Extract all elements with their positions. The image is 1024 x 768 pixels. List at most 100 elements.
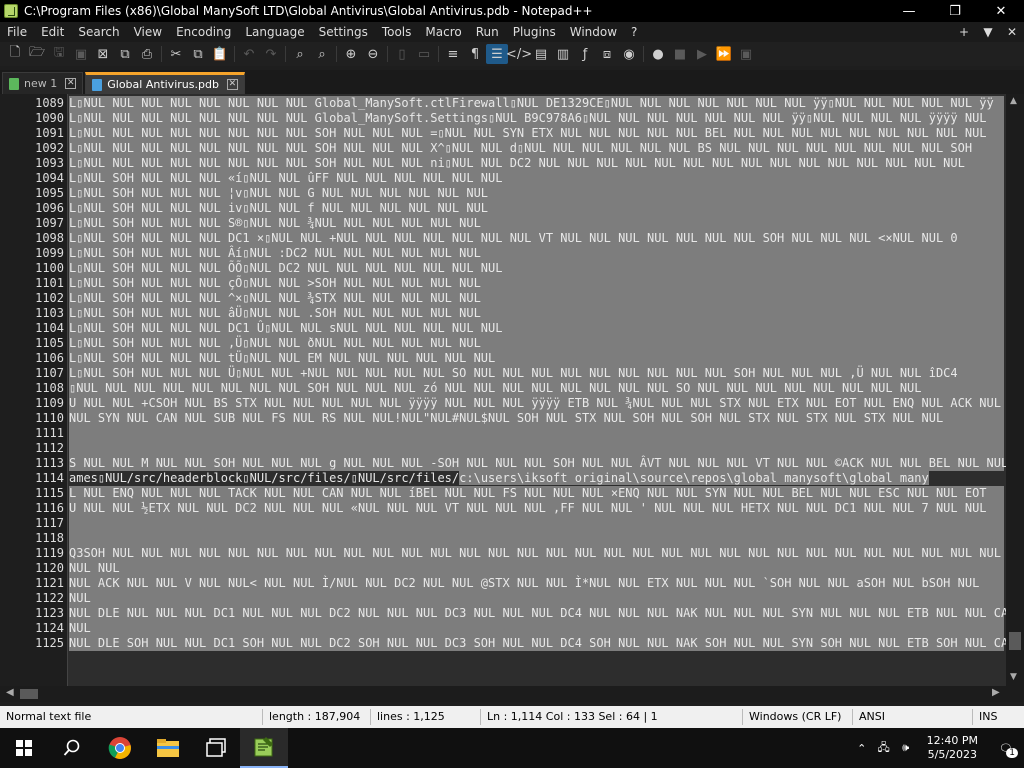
text-line[interactable]: NUL [69, 591, 1004, 606]
start-button[interactable] [0, 728, 48, 768]
current-line[interactable]: ames▯NUL/src/headerblock▯NUL/src/files/▯… [69, 471, 1004, 486]
taskbar-file-explorer[interactable] [144, 728, 192, 768]
line-number[interactable]: 1092 [0, 141, 64, 156]
line-number[interactable]: 1108 [0, 381, 64, 396]
text-line[interactable]: L▯NUL SOH NUL NUL NUL ^×▯NUL NUL ¾STX NU… [69, 291, 1004, 306]
line-number[interactable]: 1104 [0, 321, 64, 336]
vertical-scroll-thumb[interactable] [1009, 632, 1021, 650]
play-macro-icon[interactable]: ▶ [691, 44, 713, 64]
line-number[interactable]: 1101 [0, 276, 64, 291]
text-line[interactable]: L▯NUL NUL NUL NUL NUL NUL NUL NUL SOH NU… [69, 156, 1004, 171]
line-number[interactable]: 1112 [0, 441, 64, 456]
text-line[interactable] [69, 516, 1004, 531]
horizontal-scroll-thumb[interactable] [20, 689, 38, 699]
line-number[interactable]: 1097 [0, 216, 64, 231]
close-file-icon[interactable]: ⊠ [92, 44, 114, 64]
text-line[interactable]: U NUL NUL +CSOH NUL BS STX NUL NUL NUL N… [69, 396, 1004, 411]
function-list-icon[interactable]: ƒ [574, 44, 596, 64]
line-number[interactable]: 1117 [0, 516, 64, 531]
close-button[interactable]: ✕ [978, 0, 1024, 22]
menu-file[interactable]: File [0, 25, 34, 39]
text-line[interactable]: L▯NUL SOH NUL NUL NUL DC1 Û▯NUL NUL sNUL… [69, 321, 1004, 336]
line-number[interactable]: 1095 [0, 186, 64, 201]
line-number[interactable]: 1089 [0, 96, 64, 111]
menu-search[interactable]: Search [71, 25, 126, 39]
line-number[interactable]: 1107 [0, 366, 64, 381]
xml-tag-icon[interactable]: </> [506, 44, 532, 64]
line-number[interactable]: 1094 [0, 171, 64, 186]
tab-new-1[interactable]: new 1 ✕ [2, 72, 84, 94]
text-area[interactable]: L▯NUL NUL NUL NUL NUL NUL NUL NUL Global… [69, 94, 1006, 686]
clock[interactable]: 12:40 PM 5/5/2023 [917, 734, 988, 762]
line-number[interactable]: 1123 [0, 606, 64, 621]
find-icon[interactable]: ⌕ [289, 44, 311, 64]
new-tab-button[interactable]: + [952, 25, 976, 39]
taskbar-notepad-plus-plus[interactable] [240, 728, 288, 768]
cut-icon[interactable]: ✂ [165, 44, 187, 64]
text-line[interactable]: NUL SYN NUL CAN NUL SUB NUL FS NUL RS NU… [69, 411, 1004, 426]
scroll-right-icon[interactable]: ▶ [992, 687, 1000, 698]
line-number[interactable]: 1098 [0, 231, 64, 246]
text-line[interactable]: L▯NUL SOH NUL NUL NUL «í▯NUL NUL ûFF NUL… [69, 171, 1004, 186]
text-line[interactable]: Q3SOH NUL NUL NUL NUL NUL NUL NUL NUL NU… [69, 546, 1004, 561]
line-number[interactable]: 1119 [0, 546, 64, 561]
tab-close-icon[interactable]: ✕ [226, 79, 238, 90]
horizontal-scrollbar[interactable]: ◀ ▶ [0, 686, 1024, 702]
line-number[interactable]: 1105 [0, 336, 64, 351]
line-number[interactable]: 1093 [0, 156, 64, 171]
text-line[interactable]: L▯NUL SOH NUL NUL NUL Âí▯NUL :DC2 NUL NU… [69, 246, 1004, 261]
text-line[interactable]: NUL ACK NUL NUL V NUL NUL< NUL NUL Ì/NUL… [69, 576, 1004, 591]
text-line[interactable]: NUL [69, 621, 1004, 636]
save-macro-icon[interactable]: ▣ [735, 44, 757, 64]
menu-encoding[interactable]: Encoding [169, 25, 238, 39]
record-macro-icon[interactable]: ● [647, 44, 669, 64]
text-line[interactable]: L NUL ENQ NUL NUL NUL TACK NUL NUL CAN N… [69, 486, 1004, 501]
run-macro-multiple-icon[interactable]: ⏩ [713, 44, 735, 64]
text-line[interactable]: NUL NUL [69, 561, 1004, 576]
text-line[interactable]: NUL DLE NUL NUL NUL DC1 NUL NUL NUL DC2 … [69, 606, 1006, 621]
paste-icon[interactable]: 📋 [209, 44, 231, 64]
tab-list-button[interactable]: ▼ [976, 25, 1000, 39]
text-line[interactable]: S NUL NUL M NUL NUL SOH NUL NUL NUL g NU… [69, 456, 1006, 471]
taskbar-task-view[interactable] [192, 728, 240, 768]
text-line[interactable]: L▯NUL SOH NUL NUL NUL iv▯NUL NUL f NUL N… [69, 201, 1004, 216]
menu-plugins[interactable]: Plugins [506, 25, 563, 39]
undo-icon[interactable]: ↶ [238, 44, 260, 64]
text-line[interactable] [69, 531, 1004, 546]
new-file-icon[interactable]: 🗋 [4, 44, 26, 64]
scroll-down-icon[interactable]: ▼ [1010, 672, 1017, 682]
line-number[interactable]: 1103 [0, 306, 64, 321]
search-button[interactable] [48, 728, 96, 768]
text-line[interactable]: L▯NUL SOH NUL NUL NUL DC1 ×▯NUL NUL +NUL… [69, 231, 1004, 246]
show-all-characters-icon[interactable]: ¶ [464, 44, 486, 64]
line-number[interactable]: 1125 [0, 636, 64, 651]
text-line[interactable]: L▯NUL SOH NUL NUL NUL Ü▯NUL NUL +NUL NUL… [69, 366, 1004, 381]
menu-window[interactable]: Window [563, 25, 624, 39]
line-number[interactable]: 1102 [0, 291, 64, 306]
folder-as-workspace-icon[interactable]: ⧈ [596, 44, 618, 64]
menu-language[interactable]: Language [238, 25, 311, 39]
close-all-icon[interactable]: ⧉ [114, 44, 136, 64]
menu-settings[interactable]: Settings [312, 25, 375, 39]
zoom-out-icon[interactable]: ⊖ [362, 44, 384, 64]
zoom-in-icon[interactable]: ⊕ [340, 44, 362, 64]
scroll-left-icon[interactable]: ◀ [6, 687, 14, 698]
volume-icon[interactable]: 🕪 [895, 741, 917, 755]
text-line[interactable]: L▯NUL NUL NUL NUL NUL NUL NUL NUL Global… [69, 96, 1004, 111]
document-map-icon[interactable]: ▤ [530, 44, 552, 64]
status-encoding[interactable]: ANSI [852, 709, 972, 725]
chevron-up-icon[interactable]: ⌃ [851, 742, 873, 755]
line-number[interactable]: 1090 [0, 111, 64, 126]
text-line[interactable]: ▯NUL NUL NUL NUL NUL NUL NUL NUL SOH NUL… [69, 381, 1004, 396]
line-number[interactable]: 1106 [0, 351, 64, 366]
vertical-scrollbar[interactable]: ▲ ▼ [1006, 94, 1024, 686]
text-line[interactable]: L▯NUL SOH NUL NUL NUL S®▯NUL NUL ¾NUL NU… [69, 216, 1004, 231]
document-list-icon[interactable]: ▥ [552, 44, 574, 64]
text-line[interactable]: L▯NUL SOH NUL NUL NUL ,Ü▯NUL NUL ðNUL NU… [69, 336, 1004, 351]
word-wrap-icon[interactable]: ≡ [442, 44, 464, 64]
line-number[interactable]: 1115 [0, 486, 64, 501]
line-number[interactable]: 1121 [0, 576, 64, 591]
text-line[interactable]: L▯NUL SOH NUL NUL NUL ÕÕ▯NUL DC2 NUL NUL… [69, 261, 1004, 276]
scroll-up-icon[interactable]: ▲ [1010, 96, 1017, 106]
line-number[interactable]: 1109 [0, 396, 64, 411]
